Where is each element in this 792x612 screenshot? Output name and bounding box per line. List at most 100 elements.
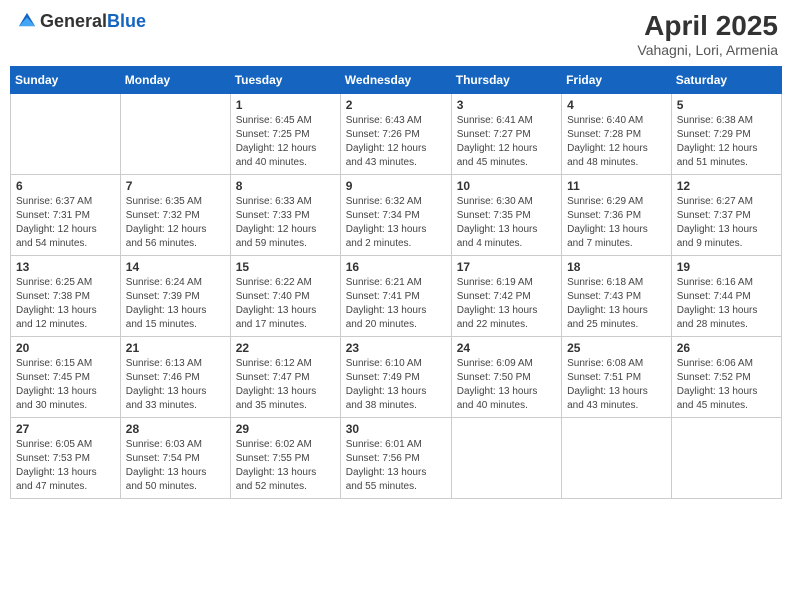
day-info: Sunrise: 6:33 AM Sunset: 7:33 PM Dayligh…: [236, 195, 335, 251]
calendar-cell: 17 Sunrise: 6:19 AM Sunset: 7:42 PM Dayli…: [451, 256, 561, 337]
calendar-cell: 23Sunrise: 6:10 AM Sunset: 7:49 PM Dayli…: [340, 337, 451, 418]
calendar-cell: 21 Sunrise: 6:13 AM Sunset: 7:46 PM Dayli…: [120, 337, 230, 418]
calendar-cell: [120, 94, 230, 175]
day-info: Sunrise: 6:02 AM Sunset: 7:55 PM Dayligh…: [236, 438, 335, 494]
day-number: 20: [16, 341, 115, 355]
column-header-wednesday: Wednesday: [340, 67, 451, 94]
day-number: 5: [677, 98, 776, 112]
calendar-header-row: SundayMondayTuesdayWednesdayThursdayFrid…: [11, 67, 782, 94]
calendar-cell: 29 Sunrise: 6:02 AM Sunset: 7:55 PM Dayli…: [230, 418, 340, 499]
title-block: April 2025 Vahagni, Lori, Armenia: [637, 10, 778, 58]
day-number: 15: [236, 260, 335, 274]
logo-general-text: General: [40, 11, 107, 31]
day-number: 6: [16, 179, 115, 193]
day-number: 17: [457, 260, 556, 274]
calendar-week-2: 6 Sunrise: 6:37 AM Sunset: 7:31 PM Daylig…: [11, 175, 782, 256]
day-number: 18: [567, 260, 666, 274]
day-info: Sunrise: 6:40 AM Sunset: 7:28 PM Dayligh…: [567, 114, 666, 170]
logo-blue-text: Blue: [107, 11, 146, 31]
day-info: Sunrise: 6:13 AM Sunset: 7:46 PM Dayligh…: [126, 357, 225, 413]
calendar-cell: [11, 94, 121, 175]
day-number: 26: [677, 341, 776, 355]
calendar-cell: 20 Sunrise: 6:15 AM Sunset: 7:45 PM Dayli…: [11, 337, 121, 418]
day-number: 23: [346, 341, 446, 355]
day-number: 13: [16, 260, 115, 274]
calendar-cell: 10 Sunrise: 6:30 AM Sunset: 7:35 PM Dayli…: [451, 175, 561, 256]
calendar-cell: 30 Sunrise: 6:01 AM Sunset: 7:56 PM Dayli…: [340, 418, 451, 499]
day-info: Sunrise: 6:30 AM Sunset: 7:35 PM Dayligh…: [457, 195, 556, 251]
day-number: 30: [346, 422, 446, 436]
day-info: Sunrise: 6:29 AM Sunset: 7:36 PM Dayligh…: [567, 195, 666, 251]
day-number: 21: [126, 341, 225, 355]
logo: GeneralBlue: [14, 10, 146, 32]
day-info: Sunrise: 6:05 AM Sunset: 7:53 PM Dayligh…: [16, 438, 115, 494]
day-info: Sunrise: 6:03 AM Sunset: 7:54 PM Dayligh…: [126, 438, 225, 494]
calendar-cell: 22Sunrise: 6:12 AM Sunset: 7:47 PM Dayli…: [230, 337, 340, 418]
day-number: 12: [677, 179, 776, 193]
calendar-cell: 6 Sunrise: 6:37 AM Sunset: 7:31 PM Daylig…: [11, 175, 121, 256]
calendar-cell: 27 Sunrise: 6:05 AM Sunset: 7:53 PM Dayli…: [11, 418, 121, 499]
day-number: 28: [126, 422, 225, 436]
calendar-week-1: 1 Sunrise: 6:45 AM Sunset: 7:25 PM Daylig…: [11, 94, 782, 175]
logo-icon: [16, 10, 38, 32]
column-header-friday: Friday: [562, 67, 672, 94]
calendar-cell: 4 Sunrise: 6:40 AM Sunset: 7:28 PM Daylig…: [562, 94, 672, 175]
day-number: 10: [457, 179, 556, 193]
column-header-saturday: Saturday: [671, 67, 781, 94]
calendar-cell: 3 Sunrise: 6:41 AM Sunset: 7:27 PM Daylig…: [451, 94, 561, 175]
day-info: Sunrise: 6:08 AM Sunset: 7:51 PM Dayligh…: [567, 357, 666, 413]
day-info: Sunrise: 6:12 AM Sunset: 7:47 PM Dayligh…: [236, 357, 335, 413]
day-info: Sunrise: 6:06 AM Sunset: 7:52 PM Dayligh…: [677, 357, 776, 413]
day-number: 11: [567, 179, 666, 193]
calendar-cell: 28 Sunrise: 6:03 AM Sunset: 7:54 PM Dayli…: [120, 418, 230, 499]
calendar-cell: 1 Sunrise: 6:45 AM Sunset: 7:25 PM Daylig…: [230, 94, 340, 175]
calendar-cell: 13 Sunrise: 6:25 AM Sunset: 7:38 PM Dayli…: [11, 256, 121, 337]
day-number: 25: [567, 341, 666, 355]
calendar-cell: 11 Sunrise: 6:29 AM Sunset: 7:36 PM Dayli…: [562, 175, 672, 256]
day-number: 1: [236, 98, 335, 112]
day-info: Sunrise: 6:01 AM Sunset: 7:56 PM Dayligh…: [346, 438, 446, 494]
day-number: 27: [16, 422, 115, 436]
day-info: Sunrise: 6:19 AM Sunset: 7:42 PM Dayligh…: [457, 276, 556, 332]
calendar-cell: 7Sunrise: 6:35 AM Sunset: 7:32 PM Daylig…: [120, 175, 230, 256]
column-header-sunday: Sunday: [11, 67, 121, 94]
calendar-cell: 24Sunrise: 6:09 AM Sunset: 7:50 PM Dayli…: [451, 337, 561, 418]
calendar-week-5: 27 Sunrise: 6:05 AM Sunset: 7:53 PM Dayli…: [11, 418, 782, 499]
calendar-cell: 18 Sunrise: 6:18 AM Sunset: 7:43 PM Dayli…: [562, 256, 672, 337]
day-info: Sunrise: 6:18 AM Sunset: 7:43 PM Dayligh…: [567, 276, 666, 332]
calendar-cell: 12Sunrise: 6:27 AM Sunset: 7:37 PM Dayli…: [671, 175, 781, 256]
day-info: Sunrise: 6:22 AM Sunset: 7:40 PM Dayligh…: [236, 276, 335, 332]
calendar-cell: 25 Sunrise: 6:08 AM Sunset: 7:51 PM Dayli…: [562, 337, 672, 418]
day-info: Sunrise: 6:09 AM Sunset: 7:50 PM Dayligh…: [457, 357, 556, 413]
day-number: 29: [236, 422, 335, 436]
day-number: 8: [236, 179, 335, 193]
calendar-cell: 15 Sunrise: 6:22 AM Sunset: 7:40 PM Dayli…: [230, 256, 340, 337]
calendar-cell: 26 Sunrise: 6:06 AM Sunset: 7:52 PM Dayli…: [671, 337, 781, 418]
calendar-cell: [562, 418, 672, 499]
day-info: Sunrise: 6:25 AM Sunset: 7:38 PM Dayligh…: [16, 276, 115, 332]
calendar-table: SundayMondayTuesdayWednesdayThursdayFrid…: [10, 66, 782, 499]
day-number: 19: [677, 260, 776, 274]
calendar-week-3: 13 Sunrise: 6:25 AM Sunset: 7:38 PM Dayli…: [11, 256, 782, 337]
day-number: 4: [567, 98, 666, 112]
calendar-cell: 19 Sunrise: 6:16 AM Sunset: 7:44 PM Dayli…: [671, 256, 781, 337]
day-number: 14: [126, 260, 225, 274]
calendar-cell: 16 Sunrise: 6:21 AM Sunset: 7:41 PM Dayli…: [340, 256, 451, 337]
day-number: 7: [126, 179, 225, 193]
day-info: Sunrise: 6:37 AM Sunset: 7:31 PM Dayligh…: [16, 195, 115, 251]
day-info: Sunrise: 6:21 AM Sunset: 7:41 PM Dayligh…: [346, 276, 446, 332]
column-header-tuesday: Tuesday: [230, 67, 340, 94]
day-info: Sunrise: 6:45 AM Sunset: 7:25 PM Dayligh…: [236, 114, 335, 170]
day-number: 3: [457, 98, 556, 112]
calendar-week-4: 20 Sunrise: 6:15 AM Sunset: 7:45 PM Dayli…: [11, 337, 782, 418]
day-info: Sunrise: 6:41 AM Sunset: 7:27 PM Dayligh…: [457, 114, 556, 170]
day-info: Sunrise: 6:16 AM Sunset: 7:44 PM Dayligh…: [677, 276, 776, 332]
calendar-cell: [451, 418, 561, 499]
day-info: Sunrise: 6:32 AM Sunset: 7:34 PM Dayligh…: [346, 195, 446, 251]
column-header-thursday: Thursday: [451, 67, 561, 94]
day-info: Sunrise: 6:24 AM Sunset: 7:39 PM Dayligh…: [126, 276, 225, 332]
calendar-cell: [671, 418, 781, 499]
day-number: 16: [346, 260, 446, 274]
calendar-cell: 14 Sunrise: 6:24 AM Sunset: 7:39 PM Dayli…: [120, 256, 230, 337]
day-info: Sunrise: 6:15 AM Sunset: 7:45 PM Dayligh…: [16, 357, 115, 413]
